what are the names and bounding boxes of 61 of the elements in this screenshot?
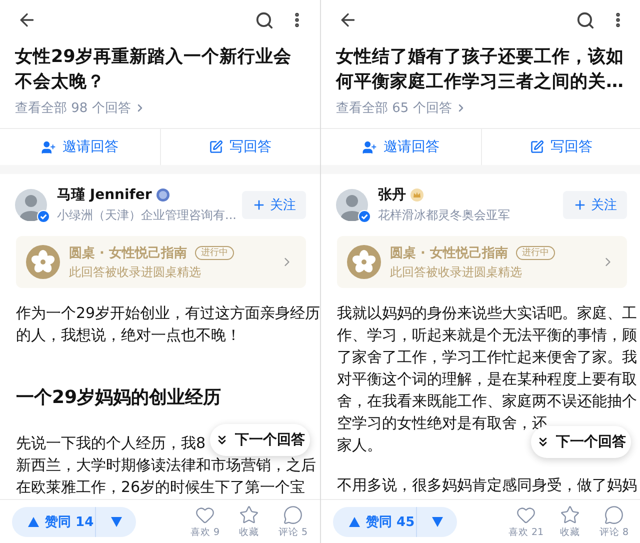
like-button[interactable]: 喜欢 21	[511, 504, 541, 538]
verified-icon	[37, 210, 50, 223]
roundtable-title: 圆桌 · 女性悦己指南	[390, 244, 508, 262]
follow-button[interactable]: 关注	[563, 191, 627, 219]
roundtable-logo-icon	[26, 245, 60, 279]
author-bio: 花样滑冰都灵冬奥会亚军	[378, 207, 511, 224]
author-name[interactable]: 马瑾 Jennifer	[57, 186, 152, 204]
collect-button[interactable]: 收藏	[234, 504, 264, 538]
star-icon	[239, 504, 259, 524]
heart-icon	[516, 504, 536, 524]
section-heading: 一个29岁妈妈的创业经历	[16, 386, 222, 410]
triangle-up-icon	[349, 516, 360, 526]
verified-icon	[358, 210, 371, 223]
comment-icon	[604, 504, 624, 524]
plus-icon	[252, 198, 266, 212]
star-icon	[560, 504, 580, 524]
question-title: 女性结了婚有了孩子还要工作，该如何平衡家庭工作学习三者之间的关…	[336, 46, 625, 94]
like-button[interactable]: 喜欢 9	[190, 504, 220, 538]
pen-icon	[530, 140, 544, 154]
author-name[interactable]: 张丹	[378, 186, 406, 204]
invite-icon	[41, 140, 56, 154]
roundtable-card[interactable]: 圆桌 · 女性悦己指南 进行中 此回答被收录进圆桌精选	[337, 236, 627, 288]
comment-button[interactable]: 评论 5	[278, 504, 308, 538]
next-answer-button[interactable]: 下一个回答	[210, 424, 310, 456]
paragraph-line: 先说一下我的个人经历，我8	[16, 433, 206, 454]
roundtable-note: 此回答被收录进圆桌精选	[390, 264, 523, 280]
paragraph-line: 我就以妈妈的身份来说些大实话吧。家庭、工	[337, 303, 637, 324]
status-tag: 进行中	[516, 246, 555, 260]
paragraph-line: 在欧莱雅工作，26岁的时候生下了第一个宝	[16, 477, 306, 498]
paragraph-line: 不用多说，很多妈妈肯定感同身受，做了妈妈	[337, 475, 637, 496]
heart-icon	[195, 504, 215, 524]
paragraph-line: 了家舍了工作，学习工作忙起来便舍了家。我	[337, 347, 637, 368]
paragraph-line: 新西兰，大学时期修读法律和市场营销，之后	[16, 455, 316, 476]
paragraph-line: 家人。	[337, 435, 382, 456]
collect-button[interactable]: 收藏	[555, 504, 585, 538]
all-answers-link[interactable]: 查看全部 98 个回答	[15, 99, 131, 117]
comment-icon	[283, 504, 303, 524]
avatar[interactable]	[15, 189, 47, 221]
triangle-up-icon	[28, 516, 39, 526]
status-tag: 进行中	[195, 246, 234, 260]
search-icon[interactable]	[255, 10, 274, 30]
comment-button[interactable]: 评论 8	[599, 504, 629, 538]
search-icon[interactable]	[576, 10, 595, 30]
follow-button[interactable]: 关注	[242, 191, 306, 219]
paragraph-line: 作、学习，听起来就是个无法平衡的事情，顾	[337, 325, 637, 346]
roundtable-card[interactable]: 圆桌 · 女性悦己指南 进行中 此回答被收录进圆桌精选	[16, 236, 306, 288]
paragraph-line: 舍，在我看来既能工作、家庭两不误还能抽个	[337, 391, 637, 412]
question-title: 女性29岁再重新踏入一个新行业会不会太晚？	[15, 46, 292, 94]
avatar[interactable]	[336, 189, 368, 221]
paragraph-line: 作为一个29岁开始创业，有过这方面亲身经历	[16, 303, 320, 324]
triangle-down-icon	[432, 516, 442, 526]
pen-icon	[209, 140, 224, 154]
all-answers-link[interactable]: 查看全部 65 个回答	[336, 99, 452, 117]
roundtable-title: 圆桌 · 女性悦己指南	[69, 244, 187, 262]
roundtable-note: 此回答被收录进圆桌精选	[69, 264, 202, 280]
plus-icon	[573, 198, 587, 212]
invite-icon	[362, 140, 378, 154]
triangle-down-icon	[110, 516, 122, 526]
roundtable-logo-icon	[347, 245, 381, 279]
paragraph-line: 对平衡这个词的理解，是在某种程度上要有取	[337, 369, 637, 390]
paragraph-line: 的人，我想说，绝对一点也不晚！	[16, 325, 241, 346]
